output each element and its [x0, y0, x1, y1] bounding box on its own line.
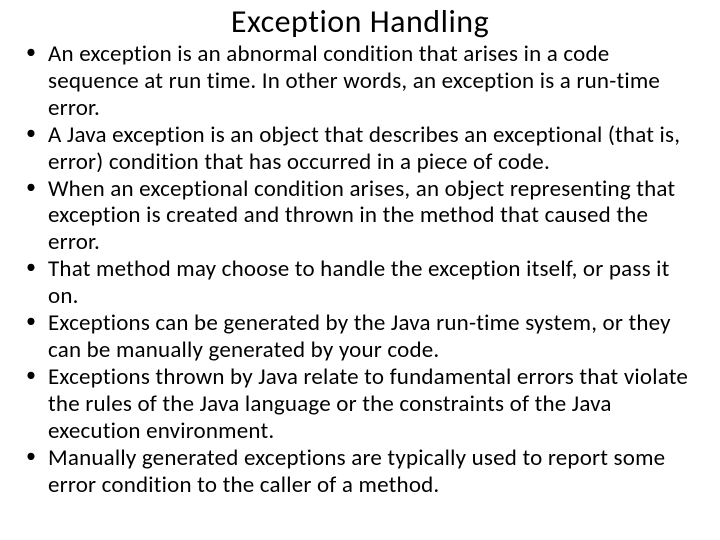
list-item: Exceptions thrown by Java relate to fund… [48, 364, 700, 445]
bullet-list: An exception is an abnormal condition th… [20, 41, 700, 498]
slide-container: Exception Handling An exception is an ab… [0, 0, 720, 540]
list-item: That method may choose to handle the exc… [48, 256, 700, 310]
slide-title: Exception Handling [20, 2, 700, 41]
list-item: A Java exception is an object that descr… [48, 122, 700, 176]
list-item: An exception is an abnormal condition th… [48, 41, 700, 122]
list-item: Exceptions can be generated by the Java … [48, 310, 700, 364]
list-item: Manually generated exceptions are typica… [48, 445, 700, 499]
list-item: When an exceptional condition arises, an… [48, 176, 700, 257]
